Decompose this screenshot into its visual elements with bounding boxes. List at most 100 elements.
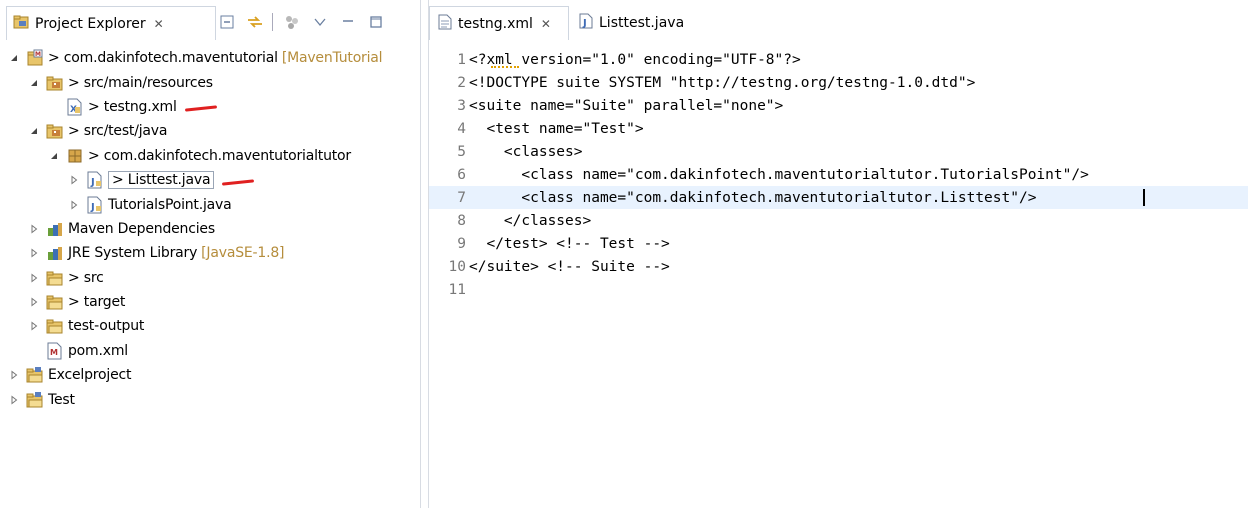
folder-icon bbox=[46, 317, 64, 335]
expanded-arrow-icon[interactable] bbox=[28, 77, 40, 89]
red-annotation-mark bbox=[222, 178, 255, 186]
tree-item[interactable]: > src/test/java bbox=[0, 119, 420, 143]
code-area[interactable]: 1 <?xml version="1.0" encoding="UTF-8"?> 2… bbox=[429, 48, 1248, 301]
tab-label: Listtest.java bbox=[599, 15, 685, 31]
collapsed-arrow-icon[interactable] bbox=[8, 369, 20, 381]
expanded-arrow-icon[interactable] bbox=[48, 150, 60, 162]
code-line[interactable]: 3 <suite name="Suite" parallel="none"> bbox=[429, 94, 1248, 117]
collapsed-arrow-icon[interactable] bbox=[8, 394, 20, 406]
line-number: 9 bbox=[457, 235, 466, 252]
toolbar-divider bbox=[272, 13, 273, 31]
current-code-line[interactable]: 7 <class name="com.dakinfotech.maventuto… bbox=[429, 186, 1248, 209]
project-explorer-tabbar: Project Explorer ✕ bbox=[0, 0, 420, 40]
xml-file-icon: X bbox=[66, 98, 84, 116]
tree-item[interactable]: JRE System Library [JavaSE-1.8] bbox=[0, 241, 420, 265]
collapsed-arrow-icon[interactable] bbox=[28, 296, 40, 308]
collapsed-arrow-icon[interactable] bbox=[28, 247, 40, 259]
code-line[interactable]: 11 bbox=[429, 278, 1248, 301]
link-with-editor-icon[interactable] bbox=[244, 12, 266, 32]
collapsed-arrow-icon[interactable] bbox=[68, 174, 80, 186]
tree-item-label: > Listtest.java bbox=[108, 171, 215, 190]
code-line[interactable]: 9 </test> <!-- Test --> bbox=[429, 232, 1248, 255]
source-folder-icon bbox=[46, 122, 64, 140]
project-explorer-icon bbox=[13, 14, 29, 34]
code-text: </suite> <!-- Suite --> bbox=[469, 258, 670, 275]
tree-item[interactable]: J > Listtest.java bbox=[0, 168, 420, 192]
focus-task-icon[interactable] bbox=[281, 12, 303, 32]
collapsed-arrow-icon[interactable] bbox=[28, 272, 40, 284]
tree-item[interactable]: M > com.dakinfotech.maventutorial [MavenTu… bbox=[0, 46, 420, 70]
close-icon[interactable]: ✕ bbox=[154, 17, 164, 31]
tab-testng-xml[interactable]: testng.xml ✕ bbox=[429, 6, 569, 40]
red-annotation-mark bbox=[184, 105, 217, 113]
editor-tabbar: testng.xml ✕ J Listtest.java bbox=[429, 0, 1248, 40]
tree-item[interactable]: J TutorialsPoint.java bbox=[0, 192, 420, 216]
code-line[interactable]: 6 <class name="com.dakinfotech.maventuto… bbox=[429, 163, 1248, 186]
tree-item-label: Excelproject bbox=[48, 367, 132, 384]
tree-item-label: > com.dakinfotech.maventutorialtutor bbox=[88, 147, 351, 164]
library-icon bbox=[46, 220, 64, 238]
tree-item-label: > com.dakinfotech.maventutorial bbox=[48, 50, 278, 67]
tree-item-label: test-output bbox=[68, 318, 145, 335]
tree-item-label: TutorialsPoint.java bbox=[108, 196, 232, 213]
xml-file-icon bbox=[438, 14, 452, 34]
code-line[interactable]: 5 <classes> bbox=[429, 140, 1248, 163]
tree-item[interactable]: > com.dakinfotech.maventutorialtutor bbox=[0, 144, 420, 168]
collapsed-arrow-icon[interactable] bbox=[28, 320, 40, 332]
collapse-all-icon[interactable] bbox=[216, 12, 238, 32]
tree-item-label: Test bbox=[48, 391, 75, 408]
line-number: 2 bbox=[457, 74, 466, 91]
code-line[interactable]: 10 </suite> <!-- Suite --> bbox=[429, 255, 1248, 278]
tree-item[interactable]: > src/main/resources bbox=[0, 70, 420, 94]
code-text: <class name="com.dakinfotech.maventutori… bbox=[469, 166, 1089, 183]
view-toolbar bbox=[216, 12, 393, 32]
line-number: 11 bbox=[448, 281, 466, 298]
tree-item-label: JRE System Library bbox=[68, 245, 198, 262]
line-number: 8 bbox=[457, 212, 466, 229]
project-explorer-tab[interactable]: Project Explorer ✕ bbox=[6, 6, 216, 40]
view-menu-icon[interactable] bbox=[309, 12, 331, 32]
collapsed-arrow-icon[interactable] bbox=[68, 199, 80, 211]
folder-icon bbox=[46, 269, 64, 287]
tree-item-decoration: [MavenTutorial bbox=[281, 50, 383, 67]
svg-text:J: J bbox=[582, 18, 587, 29]
project-explorer-title: Project Explorer bbox=[35, 15, 146, 32]
tree-item-label: > src/test/java bbox=[68, 123, 168, 140]
tab-listtest-java[interactable]: J Listtest.java bbox=[571, 6, 691, 40]
code-text: <suite name="Suite" parallel="none"> bbox=[469, 97, 784, 114]
maven-project-icon: M bbox=[26, 49, 44, 67]
text-cursor bbox=[1143, 189, 1145, 206]
tree-item-decoration: [JavaSE-1.8] bbox=[201, 245, 285, 262]
line-number: 3 bbox=[457, 97, 466, 114]
project-icon bbox=[26, 366, 44, 384]
minimize-icon[interactable] bbox=[337, 12, 359, 32]
collapsed-arrow-icon[interactable] bbox=[28, 223, 40, 235]
code-text: </test> <!-- Test --> bbox=[469, 235, 670, 252]
tree-item[interactable]: > src bbox=[0, 266, 420, 290]
tree-item[interactable]: Maven Dependencies bbox=[0, 217, 420, 241]
line-number: 6 bbox=[457, 166, 466, 183]
expanded-arrow-icon[interactable] bbox=[8, 52, 20, 64]
maximize-icon[interactable] bbox=[365, 12, 387, 32]
code-line[interactable]: 4 <test name="Test"> bbox=[429, 117, 1248, 140]
java-file-icon: J bbox=[86, 171, 104, 189]
close-icon[interactable]: ✕ bbox=[541, 17, 551, 31]
code-line[interactable]: 2 <!DOCTYPE suite SYSTEM "http://testng.o… bbox=[429, 71, 1248, 94]
package-icon bbox=[66, 147, 84, 165]
expanded-arrow-icon[interactable] bbox=[28, 125, 40, 137]
tree-item[interactable]: > target bbox=[0, 290, 420, 314]
tab-label: testng.xml bbox=[458, 15, 533, 32]
java-file-icon: J bbox=[579, 13, 593, 33]
code-line[interactable]: 1 <?xml version="1.0" encoding="UTF-8"?> bbox=[429, 48, 1248, 71]
line-number: 7 bbox=[457, 189, 466, 206]
tree-item[interactable]: Excelproject bbox=[0, 363, 420, 387]
tree-item[interactable]: Mpom.xml bbox=[0, 339, 420, 363]
tree-item-label: pom.xml bbox=[68, 342, 128, 359]
tree-item[interactable]: Test bbox=[0, 387, 420, 411]
code-text: <class name="com.dakinfotech.maventutori… bbox=[469, 189, 1037, 206]
tree-item[interactable]: test-output bbox=[0, 314, 420, 338]
tree-item[interactable]: X > testng.xml bbox=[0, 95, 420, 119]
code-line[interactable]: 8 </classes> bbox=[429, 209, 1248, 232]
